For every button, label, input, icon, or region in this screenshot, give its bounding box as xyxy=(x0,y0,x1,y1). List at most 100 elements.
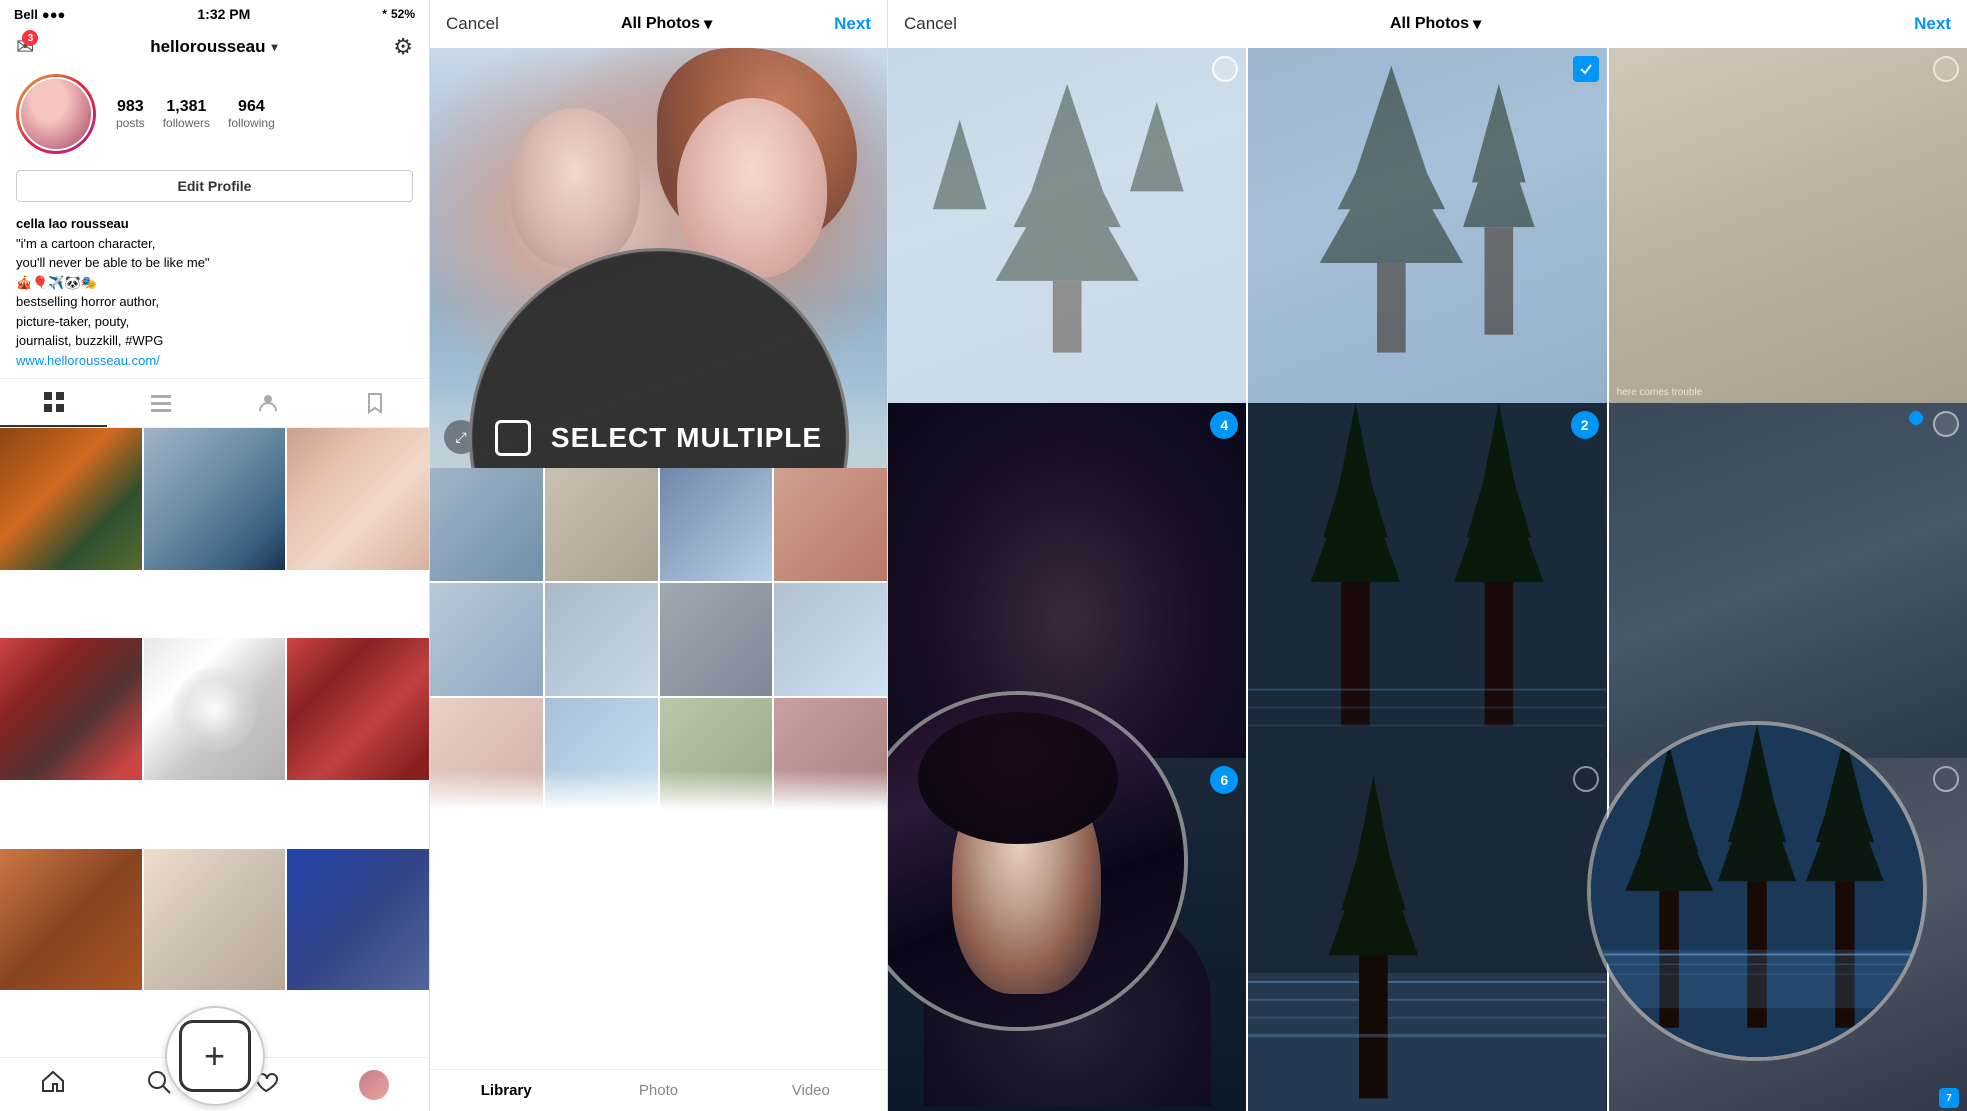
preview-face-left xyxy=(510,108,640,268)
bio-name: cella lao rousseau xyxy=(16,214,413,234)
picker2-cell[interactable] xyxy=(1248,758,1606,1111)
bottom-nav: + xyxy=(0,1057,429,1111)
username-label: hellorousseau xyxy=(150,37,265,57)
bio-line1: "i'm a cartoon character, xyxy=(16,234,413,254)
notification-icon[interactable]: ✉ 3 xyxy=(16,34,34,60)
posts-label: posts xyxy=(116,116,145,130)
chevron-down-icon: ▾ xyxy=(271,40,277,54)
following-stat[interactable]: 964 following xyxy=(228,98,275,130)
profile-nav-avatar[interactable] xyxy=(359,1070,389,1100)
thumb-cell[interactable] xyxy=(660,698,773,811)
bio-line5: journalist, buzzkill, #WPG xyxy=(16,331,413,351)
expand-icon: ⤢ xyxy=(455,429,466,446)
thumb-cell[interactable] xyxy=(430,468,543,581)
tab-list[interactable] xyxy=(107,379,214,427)
following-count: 964 xyxy=(238,98,265,116)
followers-label: followers xyxy=(163,116,210,130)
preview-face-right xyxy=(677,98,827,278)
add-button[interactable]: + xyxy=(165,1006,265,1106)
edit-profile-button[interactable]: Edit Profile xyxy=(16,170,413,202)
picker2-title[interactable]: All Photos ▾ xyxy=(1390,14,1481,34)
photo-cell[interactable] xyxy=(144,428,286,570)
bio-emojis: 🎪🎈✈️🐼🎭 xyxy=(16,273,413,293)
posts-count: 983 xyxy=(117,98,144,116)
picker-title[interactable]: All Photos ▾ xyxy=(621,14,712,34)
picker2-cell[interactable] xyxy=(888,48,1246,406)
tab-photo[interactable]: Photo xyxy=(582,1082,734,1099)
followers-stat[interactable]: 1,381 followers xyxy=(163,98,210,130)
tab-video[interactable]: Video xyxy=(735,1082,887,1099)
picker-bottom-tabs: Library Photo Video xyxy=(430,1069,887,1111)
avatar[interactable] xyxy=(16,74,96,154)
following-label: following xyxy=(228,116,275,130)
thumb-cell[interactable] xyxy=(545,468,658,581)
bio-line4: picture-taker, pouty, xyxy=(16,312,413,332)
thumb-cell[interactable] xyxy=(545,698,658,811)
thumb-cell[interactable] xyxy=(774,698,887,811)
picker2-cell[interactable] xyxy=(1248,48,1606,406)
stats-row: 983 posts 1,381 followers 964 following xyxy=(116,98,275,130)
photo-cell[interactable] xyxy=(0,428,142,570)
picker2-title-chevron: ▾ xyxy=(1473,14,1481,34)
profile-tabs xyxy=(0,378,429,428)
bio-link[interactable]: www.hellorousseau.com/ xyxy=(16,351,413,371)
select-multiple-label: SELECT MULTIPLE xyxy=(551,422,822,454)
avatar-img xyxy=(19,77,93,151)
select-multiple-checkbox xyxy=(495,420,531,456)
select-circle-icon-3 xyxy=(1933,56,1959,82)
picker-title-chevron: ▾ xyxy=(704,14,712,34)
thumb-cell[interactable] xyxy=(430,698,543,811)
profile-info: 983 posts 1,381 followers 964 following xyxy=(0,66,429,162)
picker2-cell[interactable]: here comes trouble xyxy=(1609,48,1967,406)
picker-next-button[interactable]: Next xyxy=(834,14,871,34)
status-left: Bell ●●● xyxy=(14,7,65,22)
picker-preview: ⤢ SELECT MULTIPLE xyxy=(430,48,887,468)
photo-cell[interactable] xyxy=(287,638,429,780)
photo-cell[interactable] xyxy=(287,428,429,570)
picker-panel-2: Cancel All Photos ▾ Next xyxy=(888,0,1967,1111)
sun-glare xyxy=(1905,735,1913,743)
thumb-cell[interactable] xyxy=(660,468,773,581)
tab-library[interactable]: Library xyxy=(430,1082,582,1099)
photo-grid xyxy=(0,428,429,1057)
picker-panel: Cancel All Photos ▾ Next ⤢ SELECT MULTI xyxy=(430,0,888,1111)
add-icon: + xyxy=(179,1020,251,1092)
battery-label: 52% xyxy=(391,7,415,21)
woman-zoom-circle xyxy=(888,691,1188,1031)
thumb-cell[interactable] xyxy=(660,583,773,696)
photo-cell[interactable] xyxy=(144,849,286,991)
wifi-icon: ●●● xyxy=(42,7,66,22)
tab-person[interactable] xyxy=(215,379,322,427)
picker-cancel-button[interactable]: Cancel xyxy=(446,14,499,34)
picker2-cell[interactable]: 2 xyxy=(1248,403,1606,761)
selection-badge-2: 2 xyxy=(1571,411,1599,439)
picker2-cancel-button[interactable]: Cancel xyxy=(904,14,957,34)
photo-cell[interactable] xyxy=(144,638,286,780)
photo-cell[interactable] xyxy=(0,849,142,991)
bluetooth-icon: * xyxy=(382,7,387,21)
home-icon[interactable] xyxy=(40,1068,66,1101)
bio-line3: bestselling horror author, xyxy=(16,292,413,312)
select-check-icon xyxy=(1573,56,1599,82)
profile-panel: Bell ●●● 1:32 PM * 52% ✉ 3 hellorousseau… xyxy=(0,0,430,1111)
thumb-cell[interactable] xyxy=(430,583,543,696)
username-row[interactable]: hellorousseau ▾ xyxy=(150,37,277,57)
settings-icon[interactable]: ⚙ xyxy=(393,34,413,60)
select-multiple-content: SELECT MULTIPLE xyxy=(495,420,822,456)
profile-header: ✉ 3 hellorousseau ▾ ⚙ xyxy=(0,28,429,66)
followers-count: 1,381 xyxy=(166,98,206,116)
photo-cell[interactable] xyxy=(0,638,142,780)
thumb-cell[interactable] xyxy=(545,583,658,696)
tab-bookmark[interactable] xyxy=(322,379,429,427)
text-overlay: here comes trouble xyxy=(1617,387,1703,398)
picker2-cell[interactable] xyxy=(1609,403,1967,761)
picker-topbar: Cancel All Photos ▾ Next xyxy=(430,0,887,48)
thumb-cell[interactable] xyxy=(774,468,887,581)
photo-cell[interactable] xyxy=(287,849,429,991)
select-circle-p3 xyxy=(1933,411,1959,437)
thumb-cell[interactable] xyxy=(774,583,887,696)
bio-line2: you'll never be able to be like me" xyxy=(16,253,413,273)
thumbnail-grid xyxy=(430,468,887,810)
picker2-next-button[interactable]: Next xyxy=(1914,14,1951,34)
tab-grid[interactable] xyxy=(0,379,107,427)
